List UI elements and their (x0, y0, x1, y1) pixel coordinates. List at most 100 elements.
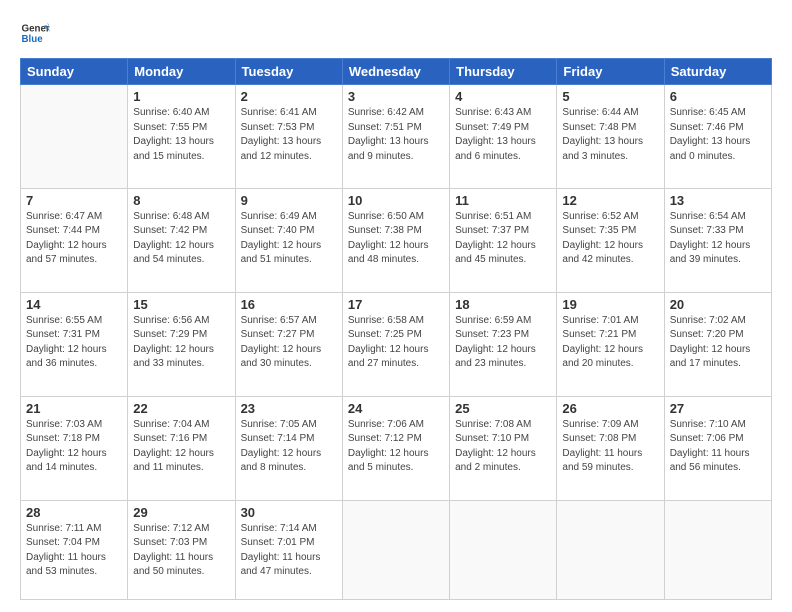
day-detail: Sunrise: 7:10 AMSunset: 7:06 PMDaylight:… (670, 418, 766, 476)
day-cell: 2Sunrise: 6:41 AMSunset: 7:53 PMDaylight… (235, 85, 342, 189)
day-detail: Sunrise: 7:05 AMSunset: 7:14 PMDaylight:… (241, 418, 337, 476)
day-detail: Sunrise: 7:03 AMSunset: 7:18 PMDaylight:… (26, 418, 122, 476)
day-cell: 17 Sunrise: 6:58 AMSunset: 7:25 PMDayligh… (342, 292, 449, 396)
day-cell (664, 500, 771, 599)
day-detail: Sunrise: 7:09 AMSunset: 7:08 PMDaylight:… (562, 418, 658, 476)
day-detail: Sunrise: 7:11 AMSunset: 7:04 PMDaylight:… (26, 522, 122, 580)
day-detail: Sunrise: 7:08 AMSunset: 7:10 PMDaylight:… (455, 418, 551, 476)
day-number: 16 (241, 297, 337, 312)
header: General Blue (20, 18, 772, 48)
day-detail: Sunrise: 7:01 AMSunset: 7:21 PMDaylight:… (562, 314, 658, 372)
day-cell: 4 Sunrise: 6:43 AMSunset: 7:49 PMDaylight… (450, 85, 557, 189)
week-row-4: 28 Sunrise: 7:11 AMSunset: 7:04 PMDayligh… (21, 500, 772, 599)
day-cell: 9 Sunrise: 6:49 AMSunset: 7:40 PMDaylight… (235, 188, 342, 292)
weekday-sunday: Sunday (21, 59, 128, 85)
weekday-thursday: Thursday (450, 59, 557, 85)
day-detail: Sunrise: 6:49 AMSunset: 7:40 PMDaylight:… (241, 210, 337, 268)
day-number: 27 (670, 401, 766, 416)
week-row-3: 21 Sunrise: 7:03 AMSunset: 7:18 PMDayligh… (21, 396, 772, 500)
day-number: 18 (455, 297, 551, 312)
day-detail: Sunrise: 7:12 AMSunset: 7:03 PMDaylight:… (133, 522, 229, 580)
day-cell: 20 Sunrise: 7:02 AMSunset: 7:20 PMDayligh… (664, 292, 771, 396)
day-number: 4 (455, 89, 551, 104)
day-cell: 29 Sunrise: 7:12 AMSunset: 7:03 PMDayligh… (128, 500, 235, 599)
day-cell: 6 Sunrise: 6:45 AMSunset: 7:46 PMDaylight… (664, 85, 771, 189)
day-number: 25 (455, 401, 551, 416)
day-cell: 24 Sunrise: 7:06 AMSunset: 7:12 PMDayligh… (342, 396, 449, 500)
day-cell: 19 Sunrise: 7:01 AMSunset: 7:21 PMDayligh… (557, 292, 664, 396)
day-detail: Sunrise: 6:50 AMSunset: 7:38 PMDaylight:… (348, 210, 444, 268)
day-cell: 10 Sunrise: 6:50 AMSunset: 7:38 PMDayligh… (342, 188, 449, 292)
day-detail: Sunrise: 6:55 AMSunset: 7:31 PMDaylight:… (26, 314, 122, 372)
day-cell: 12 Sunrise: 6:52 AMSunset: 7:35 PMDayligh… (557, 188, 664, 292)
day-number: 23 (241, 401, 337, 416)
day-number: 29 (133, 505, 229, 520)
day-cell: 28 Sunrise: 7:11 AMSunset: 7:04 PMDayligh… (21, 500, 128, 599)
day-detail: Sunrise: 6:43 AMSunset: 7:49 PMDaylight:… (455, 106, 551, 164)
week-row-1: 7Sunrise: 6:47 AMSunset: 7:44 PMDaylight… (21, 188, 772, 292)
day-detail: Sunrise: 6:44 AMSunset: 7:48 PMDaylight:… (562, 106, 658, 164)
weekday-saturday: Saturday (664, 59, 771, 85)
day-detail: Sunrise: 6:56 AMSunset: 7:29 PMDaylight:… (133, 314, 229, 372)
day-number: 20 (670, 297, 766, 312)
svg-text:General: General (22, 24, 51, 35)
day-detail: Sunrise: 6:54 AMSunset: 7:33 PMDaylight:… (670, 210, 766, 268)
day-cell: 5 Sunrise: 6:44 AMSunset: 7:48 PMDaylight… (557, 85, 664, 189)
day-cell: 7Sunrise: 6:47 AMSunset: 7:44 PMDaylight… (21, 188, 128, 292)
day-number: 12 (562, 193, 658, 208)
day-number: 13 (670, 193, 766, 208)
weekday-monday: Monday (128, 59, 235, 85)
calendar: SundayMondayTuesdayWednesdayThursdayFrid… (20, 58, 772, 600)
day-cell: 22 Sunrise: 7:04 AMSunset: 7:16 PMDayligh… (128, 396, 235, 500)
day-cell: 14 Sunrise: 6:55 AMSunset: 7:31 PMDayligh… (21, 292, 128, 396)
day-cell: 23 Sunrise: 7:05 AMSunset: 7:14 PMDayligh… (235, 396, 342, 500)
day-detail: Sunrise: 6:58 AMSunset: 7:25 PMDaylight:… (348, 314, 444, 372)
day-cell: 13 Sunrise: 6:54 AMSunset: 7:33 PMDayligh… (664, 188, 771, 292)
day-cell: 21 Sunrise: 7:03 AMSunset: 7:18 PMDayligh… (21, 396, 128, 500)
day-detail: Sunrise: 6:45 AMSunset: 7:46 PMDaylight:… (670, 106, 766, 164)
day-detail: Sunrise: 6:57 AMSunset: 7:27 PMDaylight:… (241, 314, 337, 372)
day-detail: Sunrise: 7:14 AMSunset: 7:01 PMDaylight:… (241, 522, 337, 580)
day-cell: 16 Sunrise: 6:57 AMSunset: 7:27 PMDayligh… (235, 292, 342, 396)
day-number: 17 (348, 297, 444, 312)
day-number: 22 (133, 401, 229, 416)
day-number: 28 (26, 505, 122, 520)
day-detail: Sunrise: 6:48 AMSunset: 7:42 PMDaylight:… (133, 210, 229, 268)
day-number: 10 (348, 193, 444, 208)
day-cell: 30Sunrise: 7:14 AMSunset: 7:01 PMDayligh… (235, 500, 342, 599)
day-detail: Sunrise: 6:41 AMSunset: 7:53 PMDaylight:… (241, 106, 337, 164)
day-cell: 1Sunrise: 6:40 AMSunset: 7:55 PMDaylight… (128, 85, 235, 189)
day-number: 26 (562, 401, 658, 416)
day-detail: Sunrise: 6:47 AMSunset: 7:44 PMDaylight:… (26, 210, 122, 268)
day-detail: Sunrise: 7:02 AMSunset: 7:20 PMDaylight:… (670, 314, 766, 372)
day-number: 24 (348, 401, 444, 416)
day-cell: 18 Sunrise: 6:59 AMSunset: 7:23 PMDayligh… (450, 292, 557, 396)
day-detail: Sunrise: 7:06 AMSunset: 7:12 PMDaylight:… (348, 418, 444, 476)
day-number: 9 (241, 193, 337, 208)
weekday-friday: Friday (557, 59, 664, 85)
day-number: 15 (133, 297, 229, 312)
day-number: 11 (455, 193, 551, 208)
week-row-2: 14 Sunrise: 6:55 AMSunset: 7:31 PMDayligh… (21, 292, 772, 396)
day-number: 14 (26, 297, 122, 312)
calendar-body: 1Sunrise: 6:40 AMSunset: 7:55 PMDaylight… (21, 85, 772, 600)
day-number: 3 (348, 89, 444, 104)
weekday-header-row: SundayMondayTuesdayWednesdayThursdayFrid… (21, 59, 772, 85)
day-number: 19 (562, 297, 658, 312)
day-cell: 8 Sunrise: 6:48 AMSunset: 7:42 PMDaylight… (128, 188, 235, 292)
day-number: 21 (26, 401, 122, 416)
day-cell: 26 Sunrise: 7:09 AMSunset: 7:08 PMDayligh… (557, 396, 664, 500)
day-cell: 27 Sunrise: 7:10 AMSunset: 7:06 PMDayligh… (664, 396, 771, 500)
day-detail: Sunrise: 7:04 AMSunset: 7:16 PMDaylight:… (133, 418, 229, 476)
day-number: 1 (133, 89, 229, 104)
day-number: 5 (562, 89, 658, 104)
day-number: 6 (670, 89, 766, 104)
day-cell: 3Sunrise: 6:42 AMSunset: 7:51 PMDaylight… (342, 85, 449, 189)
day-number: 8 (133, 193, 229, 208)
day-detail: Sunrise: 6:52 AMSunset: 7:35 PMDaylight:… (562, 210, 658, 268)
day-cell (21, 85, 128, 189)
day-detail: Sunrise: 6:59 AMSunset: 7:23 PMDaylight:… (455, 314, 551, 372)
day-cell: 25 Sunrise: 7:08 AMSunset: 7:10 PMDayligh… (450, 396, 557, 500)
day-cell: 15 Sunrise: 6:56 AMSunset: 7:29 PMDayligh… (128, 292, 235, 396)
weekday-tuesday: Tuesday (235, 59, 342, 85)
